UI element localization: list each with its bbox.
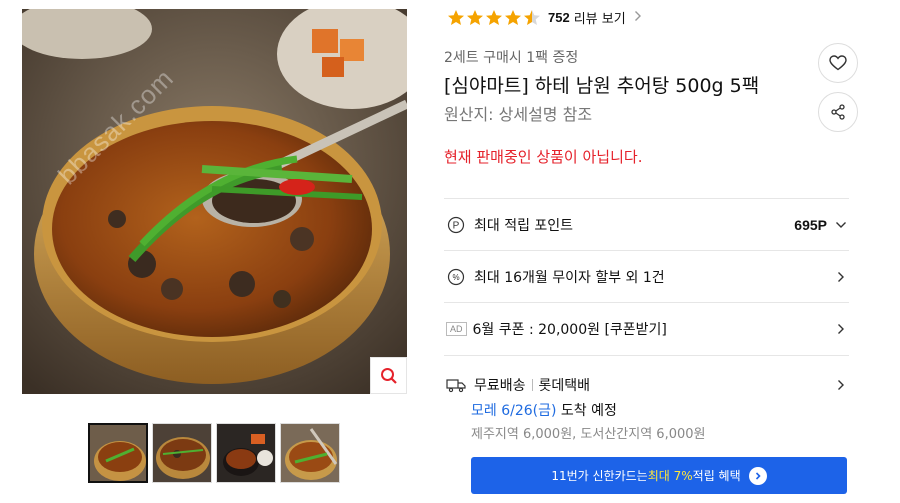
chevron-down-icon — [836, 221, 846, 228]
card-benefit-banner[interactable]: 11번가 신한카드는 최대 7% 적립 혜택 — [471, 457, 847, 494]
truck-icon — [446, 375, 466, 395]
shipping-row[interactable]: 무료배송 롯데택배 모레 6/26(금) 도착 예정 제주지역 6,000원, … — [444, 355, 849, 447]
point-p-icon: P — [446, 215, 466, 235]
zoom-button[interactable] — [370, 357, 407, 394]
heart-icon — [829, 55, 847, 71]
banner-prefix: 11번가 신한카드는 — [551, 469, 648, 483]
extra-shipping-fee: 제주지역 6,000원, 도서산간지역 6,000원 — [471, 427, 706, 442]
shipping-carrier: 롯데택배 — [538, 378, 591, 394]
installment-label: 최대 16개월 무이자 할부 외 1건 — [474, 269, 665, 286]
rating-summary: 752 리뷰 보기 — [447, 8, 642, 27]
share-icon — [831, 104, 845, 120]
delivery-date-suffix: 도착 예정 — [556, 403, 617, 419]
points-row[interactable]: P 최대 적립 포인트 695P — [444, 198, 849, 250]
delivery-date: 모레 6/26(금) — [471, 403, 557, 419]
points-label: 최대 적립 포인트 — [474, 217, 574, 234]
ad-badge: AD — [446, 321, 467, 336]
chevron-right-icon — [838, 380, 844, 390]
banner-suffix: 적립 혜택 — [692, 469, 741, 483]
installment-row[interactable]: % 최대 16개월 무이자 할부 외 1건 — [444, 250, 849, 302]
magnifier-icon — [380, 367, 397, 384]
thumbnail-4[interactable] — [280, 423, 340, 483]
svg-text:%: % — [452, 273, 459, 282]
star-rating — [447, 9, 541, 27]
chevron-right-icon — [838, 323, 844, 334]
thumbnail-3[interactable] — [216, 423, 276, 483]
coupon-label: 6월 쿠폰 : 20,000원 [쿠폰받기] — [472, 321, 667, 338]
product-title: [심야마트] 하테 남원 추어탕 500g 5팩 — [444, 75, 760, 97]
percent-icon: % — [446, 267, 466, 287]
points-value: 695P — [794, 216, 827, 233]
chevron-right-icon — [634, 10, 642, 26]
banner-highlight: 최대 7% — [647, 469, 693, 483]
chevron-right-icon — [838, 271, 844, 282]
review-label: 리뷰 보기 — [573, 12, 626, 27]
origin-text: 원산지: 상세설명 참조 — [444, 105, 593, 124]
promo-text: 2세트 구매시 1팩 증정 — [444, 50, 579, 66]
thumbnail-1[interactable] — [88, 423, 148, 483]
coupon-row[interactable]: AD 6월 쿠폰 : 20,000원 [쿠폰받기] — [444, 302, 849, 354]
svg-text:P: P — [453, 220, 460, 231]
main-product-image[interactable]: bbasak.com — [22, 9, 407, 394]
star-icon — [467, 9, 483, 25]
star-icon — [524, 9, 540, 25]
thumbnail-2[interactable] — [152, 423, 212, 483]
review-count: 752 — [548, 10, 570, 25]
star-icon — [448, 9, 464, 25]
thumbnail-list — [88, 423, 340, 483]
sale-status: 현재 판매중인 상품이 아닙니다. — [444, 148, 643, 166]
shipping-fee: 무료배송 — [474, 378, 526, 394]
star-icon — [505, 9, 521, 25]
star-icon — [486, 9, 502, 25]
wish-button[interactable] — [818, 43, 858, 83]
divider — [531, 379, 533, 391]
arrow-right-icon — [748, 466, 767, 485]
review-link[interactable]: 752 리뷰 보기 — [548, 8, 642, 27]
share-button[interactable] — [818, 92, 858, 132]
